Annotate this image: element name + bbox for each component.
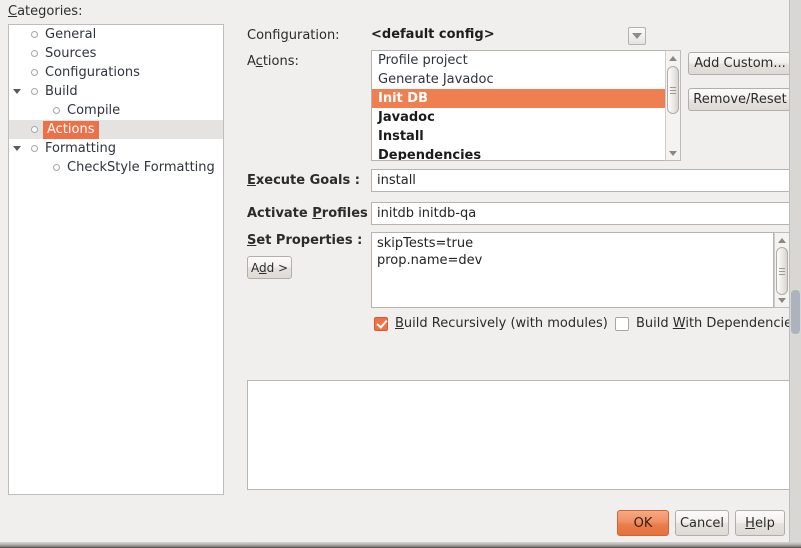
remove-reset-button[interactable]: Remove/Reset — [688, 88, 792, 111]
actions-list-scrollbar[interactable] — [665, 50, 681, 161]
ok-button[interactable]: OK — [617, 510, 669, 536]
help-label: Help — [745, 515, 775, 531]
scrollbar-thumb[interactable] — [776, 247, 788, 295]
tree-item-sources[interactable]: Sources — [9, 44, 223, 63]
triangle-down-icon — [13, 89, 21, 94]
tree-node-bullet-icon — [25, 145, 43, 152]
set-properties-textarea[interactable]: skipTests=true prop.name=dev — [371, 232, 774, 308]
action-list-item[interactable]: Javadoc — [372, 108, 666, 127]
action-list-item[interactable]: Init DB — [372, 89, 666, 108]
execute-goals-input[interactable]: install — [371, 169, 792, 192]
activate-profiles-value: initdb initdb-qa — [377, 206, 477, 221]
tree-item-label: Sources — [45, 46, 97, 61]
scrollbar-grip-icon — [779, 266, 785, 277]
scroll-up-arrow-icon[interactable] — [776, 234, 788, 246]
scroll-down-arrow-icon[interactable] — [667, 147, 679, 159]
activate-profiles-input[interactable]: initdb initdb-qa — [371, 202, 792, 225]
tree-item-configurations[interactable]: Configurations — [9, 63, 223, 82]
scrollbar-grip-icon — [670, 85, 676, 96]
maven-project-properties-dialog: Categories: General Sources Configurations… — [0, 0, 801, 548]
scroll-down-arrow-icon[interactable] — [776, 294, 788, 306]
tree-item-label: CheckStyle Formatting — [67, 160, 215, 175]
property-line: skipTests=true — [377, 236, 474, 251]
execute-goals-value: install — [377, 173, 416, 188]
set-properties-label: Set Properties : — [247, 233, 363, 248]
tree-node-bullet-icon — [47, 107, 65, 114]
tree-item-label: Compile — [67, 103, 121, 118]
chevron-down-icon — [632, 33, 642, 39]
add-property-label: Add > — [250, 260, 289, 275]
tree-item-checkstyle-formatting[interactable]: CheckStyle Formatting — [9, 158, 223, 177]
tree-item-formatting[interactable]: Formatting — [9, 139, 223, 158]
activate-profiles-label: Activate Profiles : — [247, 206, 378, 221]
actions-listbox[interactable]: Profile project Generate Javadoc Init DB Ja… — [371, 50, 667, 161]
configuration-value[interactable]: <default config> — [371, 27, 495, 42]
actions-label: Actions: — [247, 54, 299, 69]
set-properties-scrollbar[interactable] — [774, 232, 790, 308]
configuration-label: Configuration: — [247, 28, 340, 43]
dialog-vertical-scrollbar[interactable] — [789, 0, 801, 542]
dialog-scrollbar-thumb[interactable] — [791, 290, 800, 334]
property-line: prop.name=dev — [377, 253, 483, 268]
tree-item-label: Configurations — [45, 65, 140, 80]
tree-node-bullet-icon — [25, 88, 43, 95]
tree-item-label: General — [45, 27, 97, 42]
build-with-dependencies-label: Build With Dependencie — [636, 316, 793, 331]
tree-item-label: Build — [45, 84, 78, 99]
build-with-dependencies-checkbox-row[interactable]: Build With Dependencie — [615, 316, 792, 331]
ok-label: OK — [633, 515, 653, 531]
categories-label: Categories: — [8, 4, 83, 19]
categories-tree[interactable]: General Sources Configurations Build Compile… — [8, 24, 224, 495]
help-button[interactable]: Help — [735, 510, 785, 536]
tree-item-general[interactable]: General — [9, 25, 223, 44]
tree-node-bullet-icon — [25, 50, 43, 57]
scrollbar-thumb[interactable] — [667, 66, 679, 114]
action-list-item[interactable]: Dependencies — [372, 146, 666, 160]
build-recursively-checkbox[interactable] — [374, 316, 388, 331]
tree-item-actions[interactable]: Actions — [9, 120, 223, 139]
tree-expander-icon[interactable] — [9, 146, 25, 151]
window-bottom-edge — [0, 542, 801, 548]
execute-goals-label: Execute Goals : — [247, 173, 360, 188]
tree-node-bullet-icon — [25, 31, 43, 38]
build-recursively-checkbox-row[interactable]: Build Recursively (with modules) — [374, 316, 608, 331]
add-custom-button[interactable]: Add Custom... — [688, 52, 792, 75]
build-recursively-label: Build Recursively (with modules) — [395, 316, 608, 331]
configuration-dropdown-button[interactable] — [628, 27, 646, 45]
build-with-dependencies-checkbox[interactable] — [615, 316, 629, 331]
tree-item-compile[interactable]: Compile — [9, 101, 223, 120]
tree-item-label: Formatting — [45, 141, 117, 156]
triangle-down-icon — [13, 146, 21, 151]
scroll-up-arrow-icon[interactable] — [667, 52, 679, 64]
cancel-label: Cancel — [679, 515, 725, 531]
tree-node-bullet-icon — [47, 164, 65, 171]
action-list-item[interactable]: Generate Javadoc — [372, 70, 666, 89]
tree-expander-icon[interactable] — [9, 89, 25, 94]
add-custom-label: Add Custom... — [694, 56, 786, 71]
cancel-button[interactable]: Cancel — [675, 510, 729, 536]
action-list-item[interactable]: Profile project — [372, 51, 666, 70]
output-preview-panel — [247, 380, 792, 490]
tree-item-build[interactable]: Build — [9, 82, 223, 101]
remove-reset-label: Remove/Reset — [693, 92, 787, 107]
tree-node-bullet-icon — [25, 69, 43, 76]
add-property-button[interactable]: Add > — [247, 256, 292, 279]
tree-node-bullet-icon — [25, 126, 43, 133]
action-list-item[interactable]: Install — [372, 127, 666, 146]
tree-item-label: Actions — [43, 120, 99, 139]
